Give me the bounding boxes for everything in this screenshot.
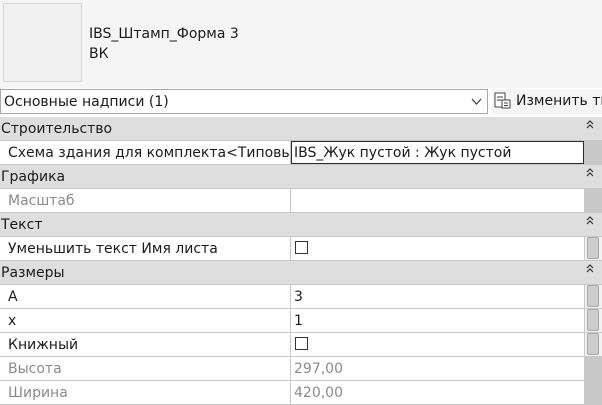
group-label: Графика bbox=[1, 169, 66, 185]
instance-filter-dropdown[interactable]: Основные надписи (1) bbox=[0, 89, 488, 114]
param-value: 1 bbox=[294, 313, 303, 329]
collapse-icon[interactable] bbox=[584, 263, 596, 275]
row-scroll-handle[interactable] bbox=[587, 309, 599, 331]
param-value-height: 297,00 bbox=[291, 357, 584, 380]
param-row-portrait[interactable]: Книжный bbox=[0, 333, 602, 356]
edit-type-icon bbox=[494, 92, 511, 109]
group-text[interactable]: Текст bbox=[0, 213, 602, 236]
param-name: Схема здания для комплекта<Типовые... bbox=[8, 145, 290, 161]
edit-type-button[interactable]: Изменить тип bbox=[492, 89, 602, 114]
collapse-icon[interactable] bbox=[584, 167, 596, 179]
reduce-text-checkbox[interactable] bbox=[295, 241, 308, 254]
param-name-cell: Уменьшить текст Имя листа bbox=[0, 237, 290, 260]
group-graphics[interactable]: Графика bbox=[0, 165, 602, 188]
param-name: Масштаб bbox=[8, 193, 75, 209]
param-value-portrait[interactable] bbox=[291, 333, 584, 356]
param-row-height: Высота 297,00 bbox=[0, 357, 602, 380]
param-row-x[interactable]: х 1 bbox=[0, 309, 602, 332]
param-row-reduce-text[interactable]: Уменьшить текст Имя листа bbox=[0, 237, 602, 260]
row-scroll-handle[interactable] bbox=[587, 285, 599, 307]
collapse-icon[interactable] bbox=[584, 215, 596, 227]
param-name-cell: Схема здания для комплекта<Типовые... bbox=[0, 141, 290, 164]
param-name: Ширина bbox=[8, 385, 68, 401]
edit-type-label: Изменить тип bbox=[516, 93, 602, 109]
param-row-building-scheme[interactable]: Схема здания для комплекта<Типовые... IB… bbox=[0, 141, 602, 164]
param-name-cell: Высота bbox=[0, 357, 290, 380]
instance-filter-value: Основные надписи (1) bbox=[4, 94, 169, 110]
properties-grid: Строительство Схема здания для комплекта… bbox=[0, 117, 602, 405]
param-row-a[interactable]: А 3 bbox=[0, 285, 602, 308]
param-value-x[interactable]: 1 bbox=[291, 309, 584, 332]
param-value-building-scheme[interactable]: IBS_Жук пустой : Жук пустой bbox=[291, 141, 584, 164]
param-name-cell: х bbox=[0, 309, 290, 332]
param-name-cell: А bbox=[0, 285, 290, 308]
group-construction[interactable]: Строительство bbox=[0, 117, 602, 140]
param-row-scale: Масштаб bbox=[0, 189, 602, 212]
type-name: ВК bbox=[89, 46, 109, 62]
param-name: Уменьшить текст Имя листа bbox=[8, 241, 218, 257]
param-value-a[interactable]: 3 bbox=[291, 285, 584, 308]
param-name-cell: Масштаб bbox=[0, 189, 290, 212]
param-value-reduce-text[interactable] bbox=[291, 237, 584, 260]
param-name: А bbox=[8, 289, 18, 305]
param-value: IBS_Жук пустой : Жук пустой bbox=[294, 145, 512, 161]
collapse-icon[interactable] bbox=[584, 119, 596, 131]
group-label: Текст bbox=[1, 217, 43, 233]
type-preview-thumbnail bbox=[3, 3, 82, 82]
type-header: IBS_Штамп_Форма 3 ВК bbox=[0, 0, 602, 88]
param-name: х bbox=[8, 313, 17, 329]
group-label: Строительство bbox=[1, 121, 113, 137]
portrait-checkbox[interactable] bbox=[295, 337, 308, 350]
param-value: 3 bbox=[294, 289, 303, 305]
param-name-cell: Ширина bbox=[0, 381, 290, 404]
param-value-width: 420,00 bbox=[291, 381, 584, 404]
param-value: 297,00 bbox=[294, 361, 343, 377]
row-scroll-handle[interactable] bbox=[587, 237, 599, 259]
param-name: Высота bbox=[8, 361, 62, 377]
param-name: Книжный bbox=[8, 337, 79, 353]
param-value-scale bbox=[291, 189, 584, 212]
row-scroll-handle[interactable] bbox=[587, 333, 599, 355]
param-value: 420,00 bbox=[294, 385, 343, 401]
param-name-cell: Книжный bbox=[0, 333, 290, 356]
family-name: IBS_Штамп_Форма 3 bbox=[89, 26, 239, 42]
group-dimensions[interactable]: Размеры bbox=[0, 261, 602, 284]
chevron-down-icon bbox=[471, 98, 482, 105]
group-label: Размеры bbox=[1, 265, 65, 281]
param-row-width: Ширина 420,00 bbox=[0, 381, 602, 404]
